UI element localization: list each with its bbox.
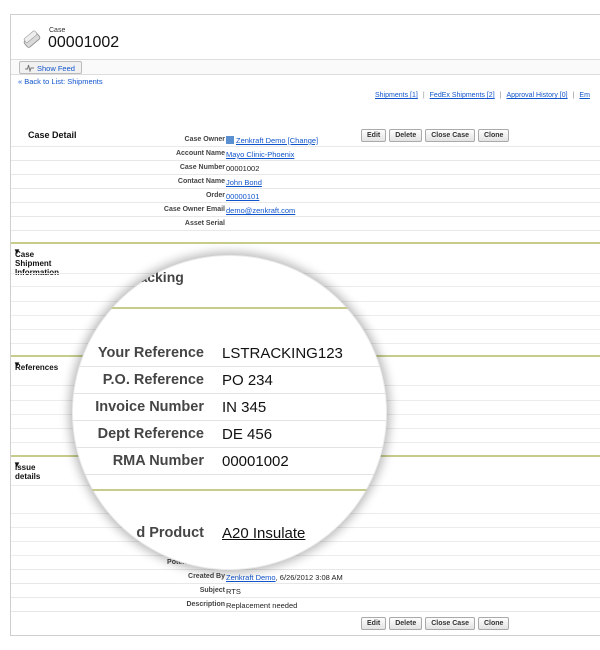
object-type-label: Case	[49, 27, 66, 34]
magnified-section-rule	[72, 307, 387, 309]
field-row-created-by: Created By Zenkraft Demo, 6/26/2012 3:08…	[11, 571, 600, 584]
related-list-links: Shipments [1] | FedEx Shipments [2] | Approv…	[375, 92, 590, 99]
field-label: Account Name	[175, 150, 225, 157]
product-link[interactable]: A20 Insulate	[222, 525, 305, 542]
case-owner-email-link[interactable]: demo@zenkraft.com	[226, 206, 295, 215]
section-title: ▼ References	[13, 360, 59, 372]
field-row-subject: Subject RTS	[11, 585, 600, 598]
reference-label: Invoice Number	[95, 399, 204, 415]
field-label: Case Number	[179, 164, 225, 171]
created-by-link[interactable]: Zenkraft Demo	[226, 573, 276, 582]
field-label: Case Owner	[184, 136, 225, 143]
subject-value: RTS	[226, 587, 241, 596]
reference-row-po-reference: P.O. Reference PO 234	[72, 367, 387, 394]
description-value: Replacement needed	[226, 601, 298, 610]
show-feed-button[interactable]: Show Feed	[19, 61, 82, 74]
field-row-case-owner: Case Owner Zenkraft Demo [Change]	[11, 134, 600, 147]
field-row-description: Description Replacement needed	[11, 599, 600, 612]
field-label: Description	[186, 601, 225, 608]
clone-button[interactable]: Clone	[478, 617, 510, 630]
field-label: Created By	[188, 573, 225, 580]
reference-row-dept-reference: Dept Reference DE 456	[72, 421, 387, 448]
reference-row-invoice-number: Invoice Number IN 345	[72, 394, 387, 421]
related-link-fedex-shipments[interactable]: FedEx Shipments [2]	[430, 92, 495, 99]
field-row-order: Order 00000101	[11, 190, 600, 203]
reference-label: RMA Number	[112, 453, 204, 469]
page-header: Case 00001002	[11, 15, 600, 57]
issue-label-fragment: d Product	[136, 525, 204, 541]
reference-row-rma-number: RMA Number 00001002	[72, 448, 387, 475]
related-link-email[interactable]: Em	[579, 92, 590, 99]
section-title: ▼ Case Shipment Information	[13, 247, 59, 277]
section-case-shipment-information[interactable]: ▼ Case Shipment Information	[11, 242, 600, 277]
case-number-value: 00001002	[226, 164, 260, 173]
magnified-tracking-fragment: racking	[134, 269, 184, 285]
delete-button[interactable]: Delete	[389, 617, 423, 630]
close-case-button[interactable]: Close Case	[425, 617, 475, 630]
page-title: 00001002	[48, 34, 120, 51]
reference-value: 00001002	[222, 453, 289, 470]
reference-value: PO 234	[222, 372, 273, 389]
reference-label: Your Reference	[97, 345, 204, 361]
reference-label: Dept Reference	[97, 426, 204, 442]
edit-button[interactable]: Edit	[361, 617, 387, 630]
related-link-approval-history[interactable]: Approval History [0]	[506, 92, 567, 99]
magnified-section-rule	[72, 489, 387, 491]
field-label: Subject	[199, 587, 225, 594]
order-link[interactable]: 00000101	[226, 192, 259, 201]
bottom-button-row: Edit Delete Close Case Clone	[361, 617, 510, 630]
section-title: ▼ Issue details	[13, 460, 41, 481]
field-row-contact-name: Contact Name John Bond	[11, 176, 600, 189]
show-feed-label: Show Feed	[37, 63, 75, 73]
reference-value: DE 456	[222, 426, 273, 443]
field-label: Case Owner Email	[163, 206, 225, 213]
reference-value: LSTRACKING123	[222, 345, 343, 362]
contact-name-link[interactable]: John Bond	[226, 178, 262, 187]
reference-value: IN 345	[222, 399, 267, 416]
created-date: , 6/26/2012 3:08 AM	[275, 573, 343, 582]
field-label: Asset Serial	[184, 220, 225, 227]
field-row-case-owner-email: Case Owner Email demo@zenkraft.com	[11, 204, 600, 217]
field-label: Contact Name	[177, 178, 225, 185]
field-row-account-name: Account Name Mayo Clinic-Phoenix	[11, 148, 600, 161]
case-owner-link[interactable]: Zenkraft Demo [Change]	[236, 136, 318, 145]
user-icon	[226, 136, 234, 144]
reference-label: P.O. Reference	[102, 372, 204, 388]
issue-row-product: d Product A20 Insulate	[72, 520, 387, 547]
related-link-shipments[interactable]: Shipments [1]	[375, 92, 418, 99]
magnifier-lens: Cust racking Your Reference LSTRACKING12…	[72, 255, 387, 570]
field-row-case-number: Case Number 00001002	[11, 162, 600, 175]
feed-pulse-icon	[25, 64, 34, 72]
reference-row-your-reference: Your Reference LSTRACKING123	[72, 340, 387, 367]
account-name-link[interactable]: Mayo Clinic-Phoenix	[226, 150, 294, 159]
case-icon	[23, 30, 41, 48]
field-label: Order	[205, 192, 225, 199]
feed-bar: Show Feed	[11, 59, 600, 75]
field-row-asset-serial: Asset Serial	[11, 218, 600, 231]
back-to-list-link[interactable]: « Back to List: Shipments	[18, 77, 103, 86]
